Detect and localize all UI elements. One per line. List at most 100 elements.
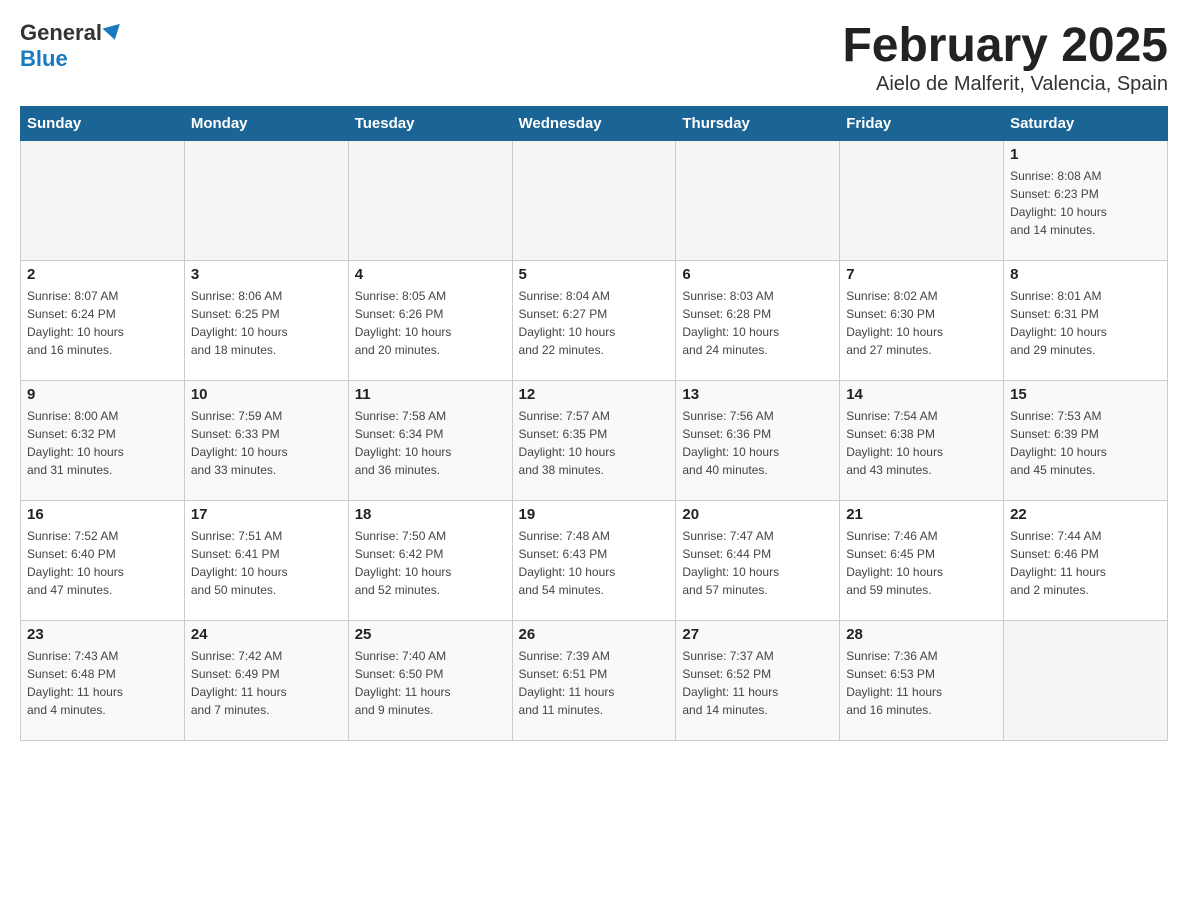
- calendar-cell: 26 Sunrise: 7:39 AMSunset: 6:51 PMDayligh…: [512, 620, 676, 740]
- day-number: 14: [846, 386, 997, 403]
- calendar-cell: 1 Sunrise: 8:08 AMSunset: 6:23 PMDaylight…: [1004, 140, 1168, 260]
- calendar-cell: 3Sunrise: 8:06 AMSunset: 6:25 PMDaylight…: [184, 260, 348, 380]
- calendar-cell: 7 Sunrise: 8:02 AMSunset: 6:30 PMDaylight…: [840, 260, 1004, 380]
- day-number: 13: [682, 386, 833, 403]
- day-info: Sunrise: 7:52 AMSunset: 6:40 PMDaylight:…: [27, 527, 178, 599]
- day-number: 16: [27, 506, 178, 523]
- day-number: 2: [27, 266, 178, 283]
- day-info: Sunrise: 7:47 AMSunset: 6:44 PMDaylight:…: [682, 527, 833, 599]
- calendar-cell: 8 Sunrise: 8:01 AMSunset: 6:31 PMDaylight…: [1004, 260, 1168, 380]
- day-info: Sunrise: 8:03 AMSunset: 6:28 PMDaylight:…: [682, 287, 833, 359]
- week-row-2: 9Sunrise: 8:00 AMSunset: 6:32 PMDaylight…: [21, 380, 1168, 500]
- calendar-cell: 10Sunrise: 7:59 AMSunset: 6:33 PMDayligh…: [184, 380, 348, 500]
- calendar-header: SundayMondayTuesdayWednesdayThursdayFrid…: [21, 106, 1168, 140]
- calendar-cell: 16 Sunrise: 7:52 AMSunset: 6:40 PMDayligh…: [21, 500, 185, 620]
- day-info: Sunrise: 7:40 AMSunset: 6:50 PMDaylight:…: [355, 647, 506, 719]
- header-row: SundayMondayTuesdayWednesdayThursdayFrid…: [21, 106, 1168, 140]
- calendar-cell: 25 Sunrise: 7:40 AMSunset: 6:50 PMDayligh…: [348, 620, 512, 740]
- calendar-cell: 20 Sunrise: 7:47 AMSunset: 6:44 PMDayligh…: [676, 500, 840, 620]
- day-number: 12: [519, 386, 670, 403]
- calendar-cell: [840, 140, 1004, 260]
- calendar-cell: [512, 140, 676, 260]
- logo-triangle-icon: [102, 24, 123, 42]
- day-number: 6: [682, 266, 833, 283]
- day-info: Sunrise: 7:50 AMSunset: 6:42 PMDaylight:…: [355, 527, 506, 599]
- day-number: 7: [846, 266, 997, 283]
- calendar-cell: 22Sunrise: 7:44 AMSunset: 6:46 PMDayligh…: [1004, 500, 1168, 620]
- day-info: Sunrise: 8:02 AMSunset: 6:30 PMDaylight:…: [846, 287, 997, 359]
- logo: General Blue: [20, 20, 122, 72]
- day-number: 19: [519, 506, 670, 523]
- day-number: 24: [191, 626, 342, 643]
- day-info: Sunrise: 7:57 AMSunset: 6:35 PMDaylight:…: [519, 407, 670, 479]
- calendar-cell: 19 Sunrise: 7:48 AMSunset: 6:43 PMDayligh…: [512, 500, 676, 620]
- page-header: General Blue February 2025 Aielo de Malf…: [20, 20, 1168, 96]
- calendar-cell: 28 Sunrise: 7:36 AMSunset: 6:53 PMDayligh…: [840, 620, 1004, 740]
- calendar-cell: 23 Sunrise: 7:43 AMSunset: 6:48 PMDayligh…: [21, 620, 185, 740]
- calendar-cell: 11 Sunrise: 7:58 AMSunset: 6:34 PMDayligh…: [348, 380, 512, 500]
- day-number: 11: [355, 386, 506, 403]
- calendar-cell: 24Sunrise: 7:42 AMSunset: 6:49 PMDayligh…: [184, 620, 348, 740]
- week-row-1: 2Sunrise: 8:07 AMSunset: 6:24 PMDaylight…: [21, 260, 1168, 380]
- week-row-0: 1 Sunrise: 8:08 AMSunset: 6:23 PMDaylight…: [21, 140, 1168, 260]
- day-info: Sunrise: 7:58 AMSunset: 6:34 PMDaylight:…: [355, 407, 506, 479]
- calendar-cell: 27Sunrise: 7:37 AMSunset: 6:52 PMDayligh…: [676, 620, 840, 740]
- day-info: Sunrise: 7:43 AMSunset: 6:48 PMDaylight:…: [27, 647, 178, 719]
- day-info: Sunrise: 8:01 AMSunset: 6:31 PMDaylight:…: [1010, 287, 1161, 359]
- logo-general-text: General: [20, 20, 102, 46]
- day-number: 25: [355, 626, 506, 643]
- calendar-cell: 9Sunrise: 8:00 AMSunset: 6:32 PMDaylight…: [21, 380, 185, 500]
- calendar-cell: 17Sunrise: 7:51 AMSunset: 6:41 PMDayligh…: [184, 500, 348, 620]
- header-saturday: Saturday: [1004, 106, 1168, 140]
- day-number: 26: [519, 626, 670, 643]
- header-sunday: Sunday: [21, 106, 185, 140]
- day-info: Sunrise: 7:48 AMSunset: 6:43 PMDaylight:…: [519, 527, 670, 599]
- day-info: Sunrise: 7:54 AMSunset: 6:38 PMDaylight:…: [846, 407, 997, 479]
- day-info: Sunrise: 7:36 AMSunset: 6:53 PMDaylight:…: [846, 647, 997, 719]
- day-number: 5: [519, 266, 670, 283]
- day-number: 21: [846, 506, 997, 523]
- calendar-cell: 18 Sunrise: 7:50 AMSunset: 6:42 PMDayligh…: [348, 500, 512, 620]
- header-wednesday: Wednesday: [512, 106, 676, 140]
- day-info: Sunrise: 7:56 AMSunset: 6:36 PMDaylight:…: [682, 407, 833, 479]
- day-number: 3: [191, 266, 342, 283]
- calendar-cell: 4Sunrise: 8:05 AMSunset: 6:26 PMDaylight…: [348, 260, 512, 380]
- calendar-cell: 14 Sunrise: 7:54 AMSunset: 6:38 PMDayligh…: [840, 380, 1004, 500]
- week-row-4: 23 Sunrise: 7:43 AMSunset: 6:48 PMDayligh…: [21, 620, 1168, 740]
- day-number: 1: [1010, 146, 1161, 163]
- day-number: 15: [1010, 386, 1161, 403]
- header-monday: Monday: [184, 106, 348, 140]
- header-friday: Friday: [840, 106, 1004, 140]
- title-block: February 2025 Aielo de Malferit, Valenci…: [842, 20, 1168, 96]
- day-number: 28: [846, 626, 997, 643]
- logo-blue-text: Blue: [20, 46, 68, 72]
- calendar-table: SundayMondayTuesdayWednesdayThursdayFrid…: [20, 106, 1168, 741]
- calendar-cell: 2Sunrise: 8:07 AMSunset: 6:24 PMDaylight…: [21, 260, 185, 380]
- header-tuesday: Tuesday: [348, 106, 512, 140]
- calendar-cell: 15Sunrise: 7:53 AMSunset: 6:39 PMDayligh…: [1004, 380, 1168, 500]
- calendar-cell: 13 Sunrise: 7:56 AMSunset: 6:36 PMDayligh…: [676, 380, 840, 500]
- calendar-cell: 6 Sunrise: 8:03 AMSunset: 6:28 PMDaylight…: [676, 260, 840, 380]
- calendar-title: February 2025: [842, 20, 1168, 73]
- calendar-cell: [348, 140, 512, 260]
- day-number: 23: [27, 626, 178, 643]
- day-info: Sunrise: 7:46 AMSunset: 6:45 PMDaylight:…: [846, 527, 997, 599]
- day-info: Sunrise: 7:37 AMSunset: 6:52 PMDaylight:…: [682, 647, 833, 719]
- day-info: Sunrise: 8:04 AMSunset: 6:27 PMDaylight:…: [519, 287, 670, 359]
- calendar-subtitle: Aielo de Malferit, Valencia, Spain: [842, 73, 1168, 96]
- day-number: 17: [191, 506, 342, 523]
- calendar-cell: [21, 140, 185, 260]
- calendar-cell: [1004, 620, 1168, 740]
- day-number: 10: [191, 386, 342, 403]
- day-number: 8: [1010, 266, 1161, 283]
- day-number: 18: [355, 506, 506, 523]
- day-info: Sunrise: 8:05 AMSunset: 6:26 PMDaylight:…: [355, 287, 506, 359]
- day-number: 20: [682, 506, 833, 523]
- calendar-cell: 21 Sunrise: 7:46 AMSunset: 6:45 PMDayligh…: [840, 500, 1004, 620]
- day-info: Sunrise: 7:39 AMSunset: 6:51 PMDaylight:…: [519, 647, 670, 719]
- day-info: Sunrise: 8:08 AMSunset: 6:23 PMDaylight:…: [1010, 167, 1161, 239]
- week-row-3: 16 Sunrise: 7:52 AMSunset: 6:40 PMDayligh…: [21, 500, 1168, 620]
- day-number: 22: [1010, 506, 1161, 523]
- calendar-cell: 5 Sunrise: 8:04 AMSunset: 6:27 PMDaylight…: [512, 260, 676, 380]
- header-thursday: Thursday: [676, 106, 840, 140]
